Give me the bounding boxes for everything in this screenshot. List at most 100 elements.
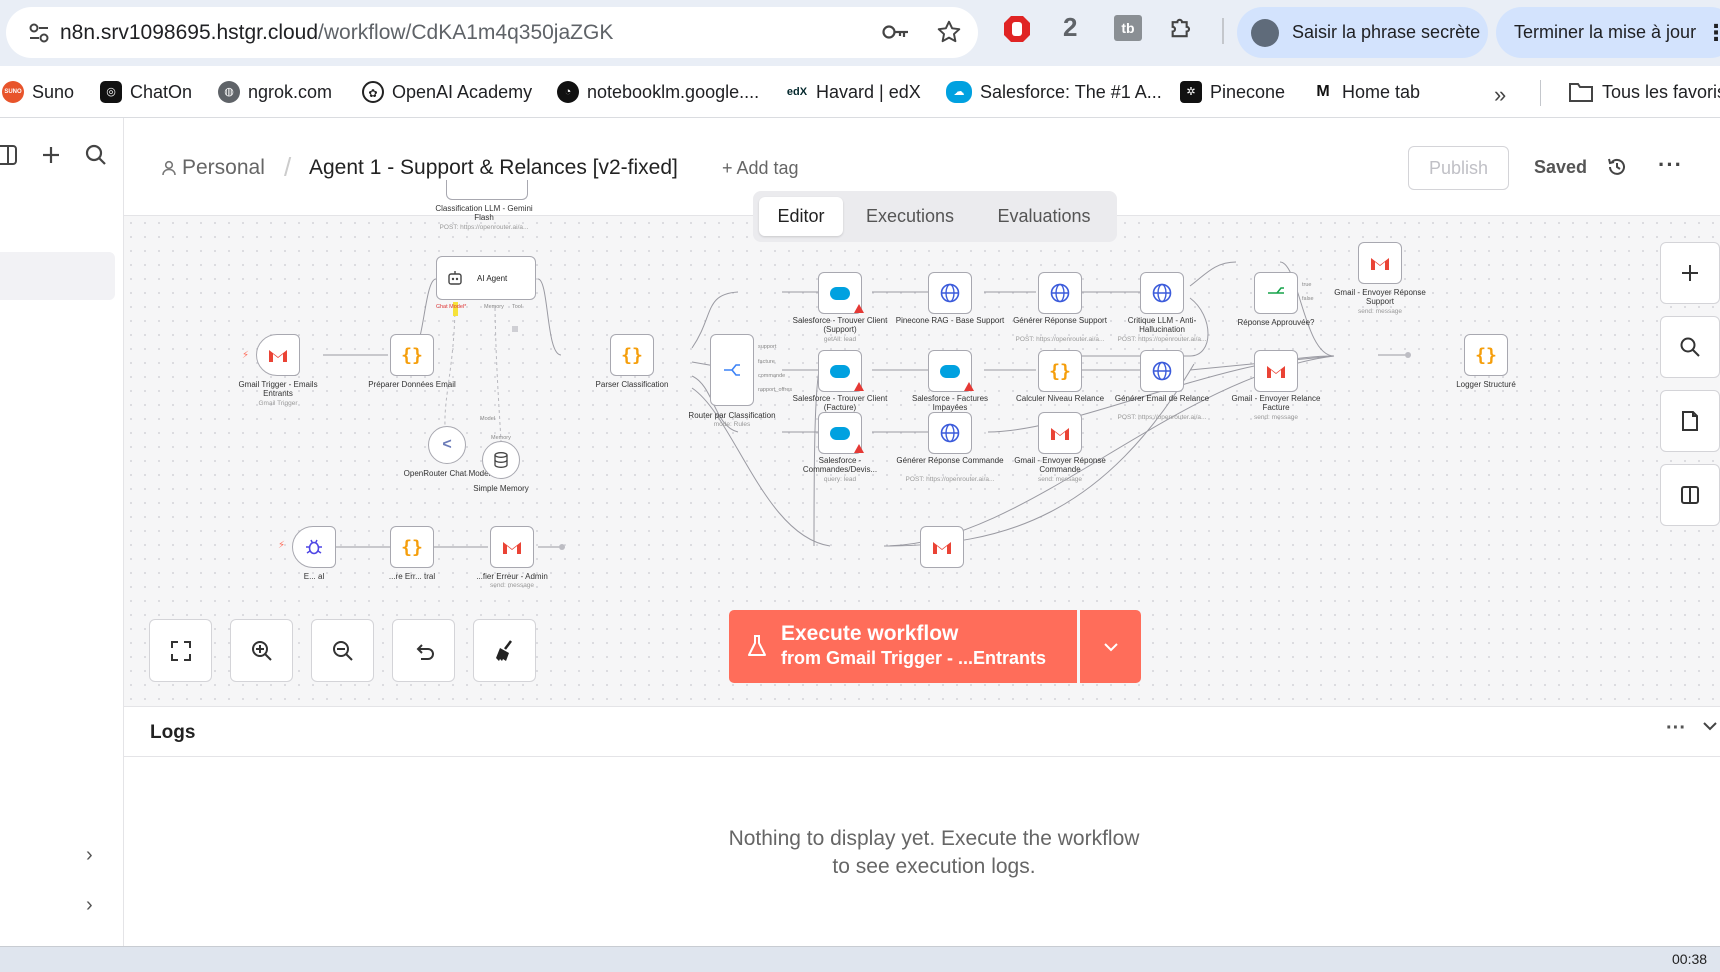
port-label: Model bbox=[480, 416, 495, 422]
m-icon: M bbox=[1312, 81, 1334, 103]
password-key-icon[interactable] bbox=[882, 21, 910, 43]
panel-toggle-button[interactable] bbox=[1660, 464, 1720, 526]
bookmark-chaton[interactable]: ◎ ChatOn bbox=[100, 78, 192, 106]
node-simple-memory[interactable] bbox=[482, 441, 520, 479]
update-pill[interactable]: Terminer la mise à jour ⋮ bbox=[1496, 7, 1720, 58]
node-error-trigger[interactable] bbox=[292, 526, 336, 568]
site-settings-icon[interactable] bbox=[28, 22, 50, 44]
bookmark-ngrok[interactable]: ◍ ngrok.com bbox=[218, 78, 332, 106]
gmail-icon bbox=[933, 541, 951, 554]
port-label: Tool bbox=[512, 304, 523, 310]
extensions-puzzle-icon[interactable] bbox=[1168, 14, 1196, 42]
extension-badge-2[interactable]: 2 bbox=[1063, 12, 1077, 43]
logs-more-icon[interactable]: ··· bbox=[1666, 717, 1686, 740]
more-options-icon[interactable]: ··· bbox=[1658, 152, 1683, 178]
node-router[interactable] bbox=[710, 334, 754, 406]
sticky-note-button[interactable] bbox=[1660, 390, 1720, 452]
node-classification-llm[interactable] bbox=[446, 180, 528, 200]
add-icon[interactable] bbox=[40, 144, 62, 166]
port-label: Memory bbox=[484, 304, 504, 310]
node-error-format[interactable]: {} bbox=[390, 526, 434, 568]
sidebar-active-item[interactable] bbox=[0, 252, 115, 300]
history-icon[interactable] bbox=[1606, 156, 1628, 178]
address-bar[interactable]: n8n.srv1098695.hstgr.cloud/workflow/CdKA… bbox=[6, 7, 978, 58]
bookmark-notebooklm[interactable]: ◔ notebooklm.google.... bbox=[557, 78, 759, 106]
bookmark-label: Tous les favoris bbox=[1602, 82, 1720, 102]
bookmark-pinecone[interactable]: ✲ Pinecone bbox=[1180, 78, 1285, 106]
bookmarks-overflow-icon[interactable]: » bbox=[1494, 82, 1506, 108]
salesforce-icon bbox=[830, 426, 850, 440]
add-tag-button[interactable]: + Add tag bbox=[722, 158, 799, 179]
tab-evaluations[interactable]: Evaluations bbox=[977, 197, 1111, 236]
chevron-right-icon[interactable]: › bbox=[86, 894, 93, 917]
bookmark-home-tab[interactable]: M Home tab bbox=[1312, 78, 1420, 106]
fit-view-button[interactable] bbox=[149, 619, 212, 682]
note-icon bbox=[1682, 411, 1698, 431]
breadcrumb-project[interactable]: Personal bbox=[162, 156, 265, 180]
port-label: Chat Model* bbox=[436, 304, 467, 310]
node-preparer-donnees[interactable]: {} bbox=[390, 334, 434, 376]
bookmark-salesforce[interactable]: ☁ Salesforce: The #1 A... bbox=[946, 78, 1162, 106]
search-icon[interactable] bbox=[84, 143, 108, 167]
node-gmail-trigger[interactable] bbox=[256, 334, 300, 376]
salesforce-icon: ☁ bbox=[946, 81, 972, 103]
search-nodes-button[interactable] bbox=[1660, 316, 1720, 378]
bookmark-openai-academy[interactable]: ✿ OpenAI Academy bbox=[362, 78, 532, 106]
bookmark-star-icon[interactable] bbox=[936, 19, 962, 45]
node-label: Générer Réponse Commande bbox=[896, 456, 1004, 465]
tab-executions[interactable]: Executions bbox=[849, 197, 971, 236]
chevron-down-icon[interactable] bbox=[1702, 721, 1718, 731]
node-critique-llm[interactable] bbox=[1140, 272, 1184, 314]
clock: 00:38 bbox=[1672, 951, 1708, 967]
execute-options-button[interactable] bbox=[1080, 610, 1141, 683]
trigger-bolt-icon: ⚡ bbox=[278, 540, 286, 551]
url-text[interactable]: n8n.srv1098695.hstgr.cloud/workflow/CdKA… bbox=[60, 7, 613, 58]
node-label: Gmail - Envoyer Réponse Commande bbox=[1014, 456, 1106, 474]
node-parser-classification[interactable]: {} bbox=[610, 334, 654, 376]
node-openrouter-chat[interactable]: < bbox=[428, 426, 466, 464]
bookmark-label: notebooklm.google.... bbox=[587, 82, 760, 102]
node-gmail-relance[interactable] bbox=[1254, 350, 1298, 392]
openrouter-icon: < bbox=[442, 436, 452, 453]
node-calc-relance[interactable]: {} bbox=[1038, 350, 1082, 392]
bookmark-edx[interactable]: edX Havard | edX bbox=[786, 78, 921, 106]
node-label: Générer Réponse Support bbox=[1013, 316, 1107, 325]
browser-menu-icon[interactable]: ⋮ bbox=[1705, 7, 1720, 58]
node-gen-commande[interactable] bbox=[928, 412, 972, 454]
node-reponse-approuvee[interactable] bbox=[1254, 272, 1298, 314]
sidebar-toggle-icon[interactable] bbox=[0, 144, 20, 166]
node-label: Salesforce - Commandes/Devis... bbox=[802, 456, 878, 474]
node-error-gmail[interactable] bbox=[490, 526, 534, 568]
zoom-in-button[interactable] bbox=[230, 619, 293, 682]
node-gen-support[interactable] bbox=[1038, 272, 1082, 314]
warning-icon bbox=[854, 382, 864, 391]
node-label: Classification LLM - Gemini Flash bbox=[435, 204, 533, 222]
zoom-out-button[interactable] bbox=[311, 619, 374, 682]
publish-button[interactable]: Publish bbox=[1408, 146, 1509, 190]
tab-editor[interactable]: Editor bbox=[759, 197, 843, 236]
node-pinecone-rag[interactable] bbox=[928, 272, 972, 314]
warning-icon bbox=[964, 382, 974, 391]
add-node-button[interactable] bbox=[1660, 242, 1720, 304]
bookmark-all-folder[interactable]: Tous les favoris bbox=[1568, 78, 1720, 106]
node-gmail-support[interactable] bbox=[1358, 242, 1402, 284]
code-braces-icon: {} bbox=[1049, 360, 1071, 382]
node-gen-relance[interactable] bbox=[1140, 350, 1184, 392]
salesforce-icon bbox=[830, 364, 850, 378]
workflow-title[interactable]: Agent 1 - Support & Relances [v2-fixed] bbox=[309, 156, 678, 180]
node-gmail-rapport[interactable] bbox=[920, 526, 964, 568]
tidy-up-button[interactable] bbox=[473, 619, 536, 682]
extension-tb-icon[interactable]: tb bbox=[1114, 15, 1142, 41]
adblock-stop-icon[interactable] bbox=[1003, 14, 1031, 44]
execute-workflow-button[interactable]: Execute workflow from Gmail Trigger - ..… bbox=[729, 610, 1077, 683]
bookmark-suno[interactable]: SUNO Suno bbox=[2, 78, 74, 106]
node-logger[interactable]: {} bbox=[1464, 334, 1508, 376]
node-subtitle: POST: https://openrouter.ai/a... bbox=[905, 476, 995, 483]
chevron-right-icon[interactable]: › bbox=[86, 844, 93, 867]
node-gmail-commande[interactable] bbox=[1038, 412, 1082, 454]
node-ai-agent[interactable]: AI Agent bbox=[436, 256, 536, 300]
undo-button[interactable] bbox=[392, 619, 455, 682]
gmail-icon bbox=[1371, 257, 1389, 270]
profile-sync-pill[interactable]: Saisir la phrase secrète bbox=[1237, 7, 1488, 58]
salesforce-icon bbox=[830, 286, 850, 300]
